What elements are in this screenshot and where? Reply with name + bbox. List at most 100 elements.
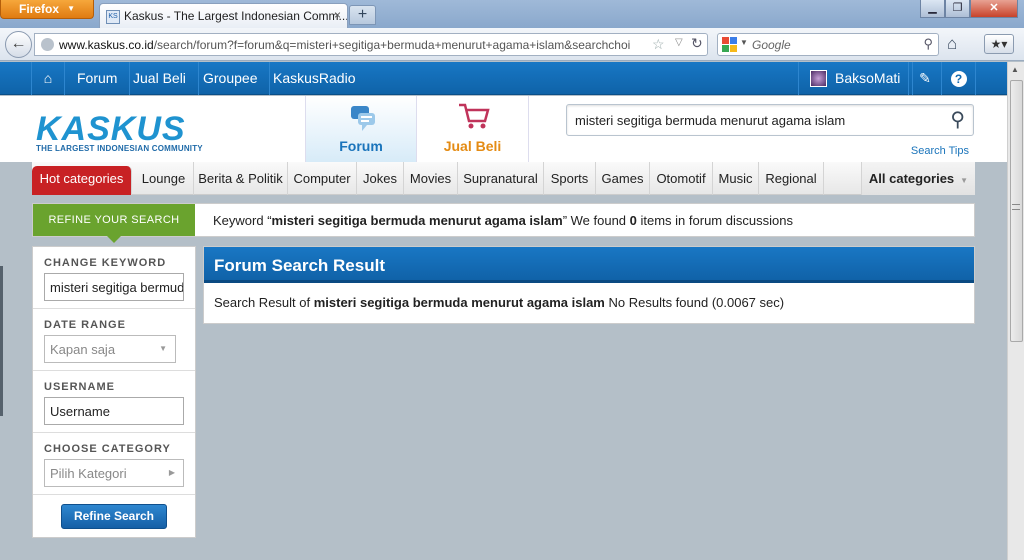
choose-category-label: CHOOSE CATEGORY	[44, 443, 171, 455]
url-bar[interactable]: www.kaskus.co.id/search/forum?f=forum&q=…	[34, 33, 708, 56]
results-suffix: No Results found (0.0067 sec)	[604, 295, 785, 310]
vertical-scrollbar[interactable]: ▲	[1007, 62, 1024, 560]
kw-count: 0	[629, 213, 637, 228]
category-computer[interactable]: Computer	[288, 162, 357, 195]
window-close-button[interactable]: ✕	[970, 0, 1018, 18]
category-section: CHOOSE CATEGORY Pilih Kategori ▶	[33, 433, 195, 495]
results-title: Forum Search Result	[204, 247, 974, 283]
keyword-input[interactable]: misteri segitiga bermuda menurut agama i…	[44, 273, 184, 301]
window-minimize-button[interactable]: ▁	[920, 0, 945, 18]
category-supranatural[interactable]: Supranatural	[458, 162, 544, 195]
header-tab-jual-beli[interactable]: Jual Beli	[417, 96, 529, 162]
firefox-menu-label: Firefox	[19, 2, 60, 16]
all-categories-label: All categories	[868, 171, 955, 186]
help-button[interactable]: ?	[942, 62, 976, 95]
scrollbar-grip	[1012, 204, 1020, 210]
header-tab-forum[interactable]: Forum	[305, 96, 417, 162]
results-keyword: misteri segitiga bermuda menurut agama i…	[313, 295, 605, 310]
url-dropdown-icon[interactable]: ▽	[675, 37, 683, 48]
chevron-down-icon: ▼	[67, 4, 75, 13]
refine-sidebar: CHANGE KEYWORD misteri segitiga bermuda …	[32, 246, 196, 538]
username-section: USERNAME Username	[33, 371, 195, 433]
window-maximize-button[interactable]: ❐	[945, 0, 970, 18]
kw-prefix: Keyword “	[213, 213, 272, 228]
search-tips-link[interactable]: Search Tips	[911, 145, 969, 157]
browser-search-placeholder: Google	[752, 38, 791, 52]
browser-navbar: ← www.kaskus.co.id/search/forum?f=forum&…	[0, 28, 1024, 61]
change-keyword-label: CHANGE KEYWORD	[44, 257, 167, 269]
close-tab-icon[interactable]: ×	[334, 8, 341, 22]
date-range-value: Kapan saja	[50, 342, 116, 357]
shopping-cart-icon	[459, 103, 490, 129]
header-tab-forum-label: Forum	[339, 138, 383, 154]
username: BaksoMati	[835, 70, 901, 86]
header-tab-jual-beli-label: Jual Beli	[443, 138, 502, 154]
topnav-kaskus-radio[interactable]: KaskusRadio	[261, 62, 368, 95]
globe-icon	[41, 38, 54, 51]
chevron-down-icon: ▼	[159, 344, 167, 353]
hot-categories-tab[interactable]: Hot categories	[32, 166, 132, 195]
category-value: Pilih Kategori	[50, 466, 127, 481]
category-sports[interactable]: Sports	[544, 162, 596, 195]
category-movies[interactable]: Movies	[404, 162, 458, 195]
date-range-label: DATE RANGE	[44, 319, 126, 331]
bookmark-star-icon[interactable]: ☆	[652, 36, 665, 53]
home-icon[interactable]: ⌂	[947, 34, 957, 54]
logo-tagline: THE LARGEST INDONESIAN COMMUNITY	[36, 144, 203, 153]
new-tab-button[interactable]: +	[349, 5, 376, 25]
results-text: Search Result of misteri segitiga bermud…	[214, 295, 784, 310]
avatar	[810, 70, 827, 87]
left-edge-bar	[0, 266, 3, 416]
page-viewport: ⌂ Forum Jual Beli Groupee KaskusRadio Ba…	[0, 62, 1007, 560]
question-icon: ?	[950, 71, 967, 87]
search-icon[interactable]: ⚲	[950, 107, 965, 132]
username-label: USERNAME	[44, 381, 115, 393]
browser-titlebar: Firefox ▼ KS Kaskus - The Largest Indone…	[0, 0, 1024, 28]
all-categories-dropdown[interactable]: All categories ▼	[861, 162, 975, 195]
browser-tab[interactable]: KS Kaskus - The Largest Indonesian Comm.…	[99, 3, 348, 28]
bookmarks-button[interactable]: ★▾	[984, 34, 1014, 54]
category-regional[interactable]: Regional	[759, 162, 824, 195]
category-otomotif[interactable]: Otomotif	[650, 162, 713, 195]
search-icon[interactable]: ⚲	[923, 36, 933, 52]
back-arrow-icon: ←	[10, 35, 27, 52]
back-button[interactable]: ←	[5, 31, 32, 58]
category-bar: Hot categories Lounge Berita & Politik C…	[32, 162, 975, 195]
category-jokes[interactable]: Jokes	[357, 162, 404, 195]
keyword-summary-bar: REFINE YOUR SEARCH Keyword “misteri segi…	[32, 203, 975, 243]
date-range-section: DATE RANGE Kapan saja ▼	[33, 309, 195, 371]
change-keyword-section: CHANGE KEYWORD misteri segitiga bermuda …	[33, 247, 195, 309]
kaskus-favicon-icon: KS	[106, 10, 120, 24]
user-menu[interactable]: BaksoMati	[798, 62, 914, 95]
url-domain: www.kaskus.co.id	[59, 38, 154, 52]
tab-title: Kaskus - The Largest Indonesian Comm...	[124, 9, 348, 23]
category-berita-politik[interactable]: Berita & Politik	[194, 162, 288, 195]
browser-search-bar[interactable]: ▼ Google ⚲	[717, 33, 939, 56]
kaskus-logo[interactable]: KASKUS THE LARGEST INDONESIAN COMMUNITY	[36, 110, 203, 153]
category-music[interactable]: Music	[713, 162, 759, 195]
scroll-up-icon[interactable]: ▲	[1011, 65, 1019, 74]
category-games[interactable]: Games	[596, 162, 650, 195]
category-lounge[interactable]: Lounge	[134, 162, 194, 195]
date-range-select[interactable]: Kapan saja ▼	[44, 335, 176, 363]
search-engine-dropdown-icon[interactable]: ▼	[740, 38, 748, 47]
scrollbar-thumb[interactable]	[1010, 80, 1023, 342]
kaskus-home-icon[interactable]: ⌂	[31, 62, 65, 95]
topnav-groupee[interactable]: Groupee	[191, 62, 271, 95]
kw-keyword: misteri segitiga bermuda menurut agama i…	[271, 213, 563, 228]
firefox-menu-button[interactable]: Firefox ▼	[0, 0, 94, 19]
kaskus-search-input[interactable]: misteri segitiga bermuda menurut agama i…	[566, 104, 974, 136]
chevron-down-icon: ▼	[960, 176, 969, 185]
refine-search-button[interactable]: Refine Search	[61, 504, 167, 529]
reload-icon[interactable]: ↻	[691, 35, 703, 52]
logo-word: KASKUS	[36, 110, 186, 148]
pencil-icon[interactable]: ✎	[908, 62, 942, 95]
forum-chat-icon	[351, 106, 375, 131]
username-input[interactable]: Username	[44, 397, 184, 425]
topnav-jual-beli[interactable]: Jual Beli	[121, 62, 199, 95]
category-select[interactable]: Pilih Kategori ▶	[44, 459, 184, 487]
google-logo-icon	[722, 37, 738, 53]
url-path: /search/forum?f=forum&q=misteri+segitiga…	[153, 38, 631, 52]
refine-your-search-tag: REFINE YOUR SEARCH	[33, 204, 195, 243]
keyword-summary-text: Keyword “misteri segitiga bermuda menuru…	[213, 213, 793, 228]
